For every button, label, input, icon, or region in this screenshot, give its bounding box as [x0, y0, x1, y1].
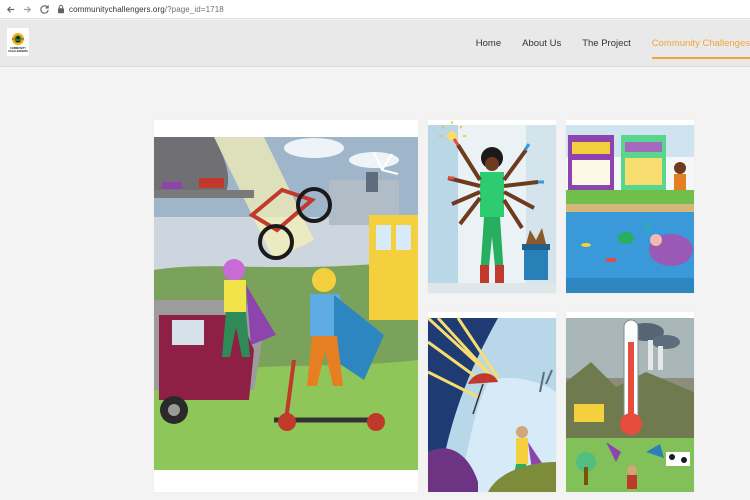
back-arrow-icon[interactable] — [3, 2, 17, 16]
nav-the-project[interactable]: The Project — [582, 38, 631, 49]
reload-icon[interactable] — [37, 2, 51, 16]
gallery-image-1[interactable] — [154, 120, 418, 492]
logo-text: COMMUNITY CHALLENGERS — [8, 46, 28, 53]
url-path: /?page_id=1718 — [164, 4, 224, 14]
site-header: COMMUNITY CHALLENGERS Home About Us The … — [0, 20, 750, 67]
url-text: communitychallengers.org/?page_id=1718 — [69, 5, 224, 14]
multi-armed-hero-recycling-illustration — [428, 121, 556, 293]
thermometer-pollution-illustration — [566, 318, 694, 492]
superheroes-bike-scooter-illustration — [154, 137, 418, 470]
nav-about-us[interactable]: About Us — [522, 38, 561, 49]
hero-umbrella-sun-rays-illustration — [428, 316, 556, 492]
address-bar[interactable]: communitychallengers.org/?page_id=1718 — [57, 2, 224, 17]
gallery-image-5[interactable] — [566, 312, 694, 492]
lock-icon — [58, 4, 64, 14]
url-domain: communitychallengers.org — [69, 4, 165, 14]
gallery-image-2[interactable] — [428, 120, 556, 293]
browser-toolbar: communitychallengers.org/?page_id=1718 — [0, 0, 750, 19]
nav-community-challenges[interactable]: Community Challenges — [651, 38, 750, 59]
market-and-ocean-cleanup-illustration — [566, 125, 694, 293]
gallery-image-3[interactable] — [566, 120, 694, 293]
nav-home[interactable]: Home — [476, 38, 501, 49]
image-gallery — [0, 67, 750, 500]
main-nav: Home About Us The Project Community Chal… — [455, 20, 750, 67]
site-logo[interactable]: COMMUNITY CHALLENGERS — [7, 28, 29, 56]
globe-logo-icon — [12, 32, 24, 45]
gallery-image-4[interactable] — [428, 312, 556, 492]
forward-arrow-icon[interactable] — [20, 2, 34, 16]
